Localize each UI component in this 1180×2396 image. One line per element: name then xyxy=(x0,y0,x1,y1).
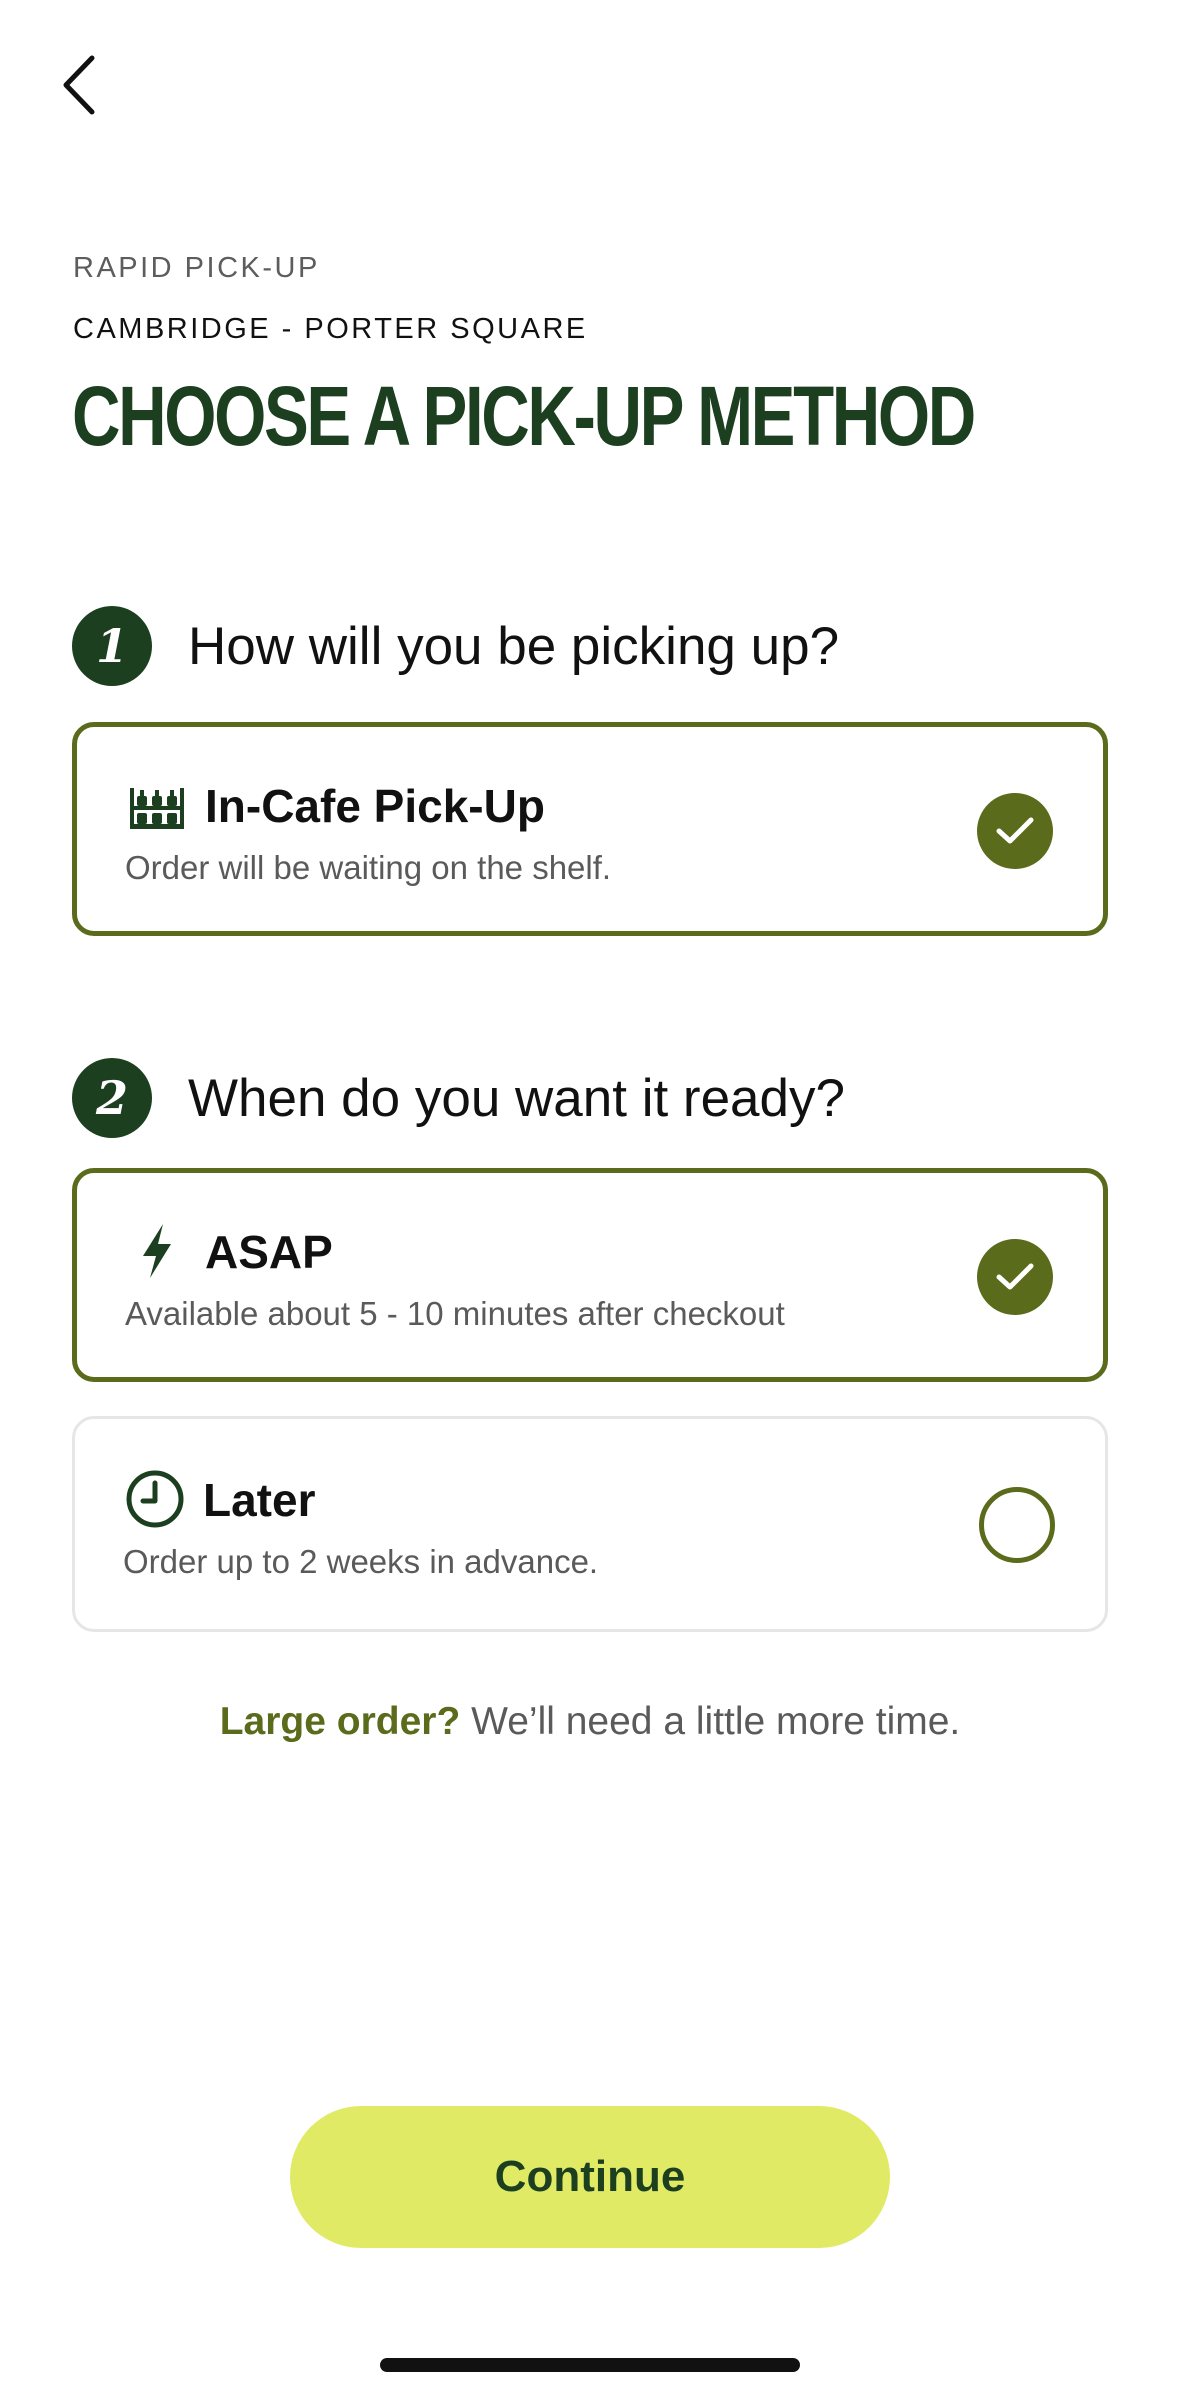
back-button[interactable] xyxy=(58,40,128,130)
step-2-question: When do you want it ready? xyxy=(188,1068,845,1128)
lightning-icon xyxy=(127,1221,187,1281)
option-in-cafe-pickup[interactable]: In-Cafe Pick-Up Order will be waiting on… xyxy=(72,722,1108,936)
continue-button[interactable]: Continue xyxy=(290,2106,890,2248)
step-2-badge: 2 xyxy=(72,1058,152,1138)
option-description: Order will be waiting on the shelf. xyxy=(125,849,612,886)
option-description: Available about 5 - 10 minutes after che… xyxy=(125,1295,785,1332)
step-2-heading: 2 When do you want it ready? xyxy=(72,1058,845,1138)
unselected-radio-icon xyxy=(979,1487,1055,1563)
store-location: CAMBRIDGE - PORTER SQUARE xyxy=(73,313,588,345)
large-order-note: Large order? We’ll need a little more ti… xyxy=(0,1700,1180,1744)
option-asap[interactable]: ASAP Available about 5 - 10 minutes afte… xyxy=(72,1168,1108,1382)
option-later[interactable]: Later Order up to 2 weeks in advance. xyxy=(72,1416,1108,1632)
shelf-icon xyxy=(127,775,187,835)
selected-check-icon xyxy=(977,1239,1053,1315)
option-title: Later xyxy=(203,1474,316,1526)
step-1-badge: 1 xyxy=(72,606,152,686)
home-indicator xyxy=(380,2358,800,2372)
option-title: In-Cafe Pick-Up xyxy=(205,780,545,832)
large-order-text: We’ll need a little more time. xyxy=(460,1700,961,1743)
selected-check-icon xyxy=(977,793,1053,869)
step-1-heading: 1 How will you be picking up? xyxy=(72,606,839,686)
eyebrow-label: RAPID PICK-UP xyxy=(73,252,320,284)
option-description: Order up to 2 weeks in advance. xyxy=(123,1543,599,1580)
option-title: ASAP xyxy=(205,1226,333,1278)
step-1-question: How will you be picking up? xyxy=(188,616,840,676)
clock-icon xyxy=(125,1469,185,1529)
page-title: CHOOSE A PICK-UP METHOD xyxy=(72,369,976,463)
large-order-link[interactable]: Large order? xyxy=(220,1700,461,1743)
chevron-left-icon xyxy=(63,55,95,115)
